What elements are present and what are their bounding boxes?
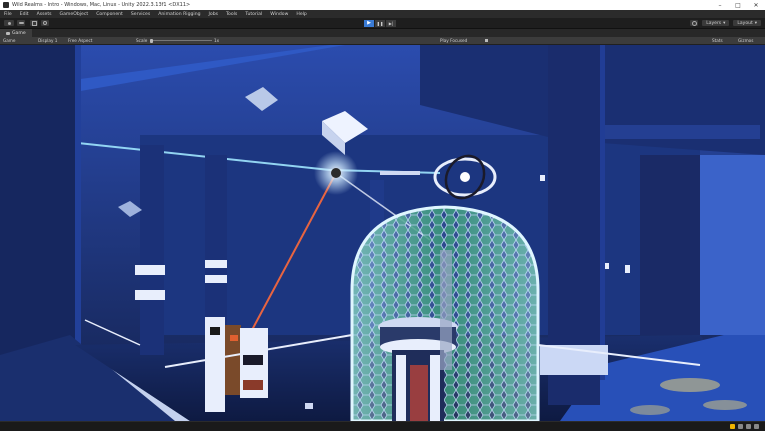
- warning-icon[interactable]: [730, 424, 735, 429]
- gizmos-button[interactable]: Gizmos: [738, 38, 753, 43]
- speaker-icon: [485, 39, 488, 42]
- search-icon: [43, 21, 47, 25]
- scale-slider-handle[interactable]: [150, 38, 153, 43]
- menu-services[interactable]: Services: [127, 12, 154, 17]
- menu-tutorial[interactable]: Tutorial: [241, 12, 266, 17]
- menu-tools[interactable]: Tools: [222, 12, 241, 17]
- game-viewport[interactable]: [0, 45, 765, 421]
- collab-button[interactable]: [30, 20, 38, 26]
- maximize-button[interactable]: □: [729, 0, 747, 10]
- menu-file[interactable]: File: [0, 12, 16, 17]
- grid-icon: [31, 20, 37, 26]
- window-title-bar: Wild Realms - Intro - Windows, Mac, Linu…: [0, 0, 765, 10]
- scene-render: [0, 45, 765, 421]
- aspect-select[interactable]: Free Aspect: [68, 38, 92, 43]
- layers-dropdown[interactable]: Layers ▾: [702, 20, 730, 26]
- minimize-button[interactable]: –: [711, 0, 729, 10]
- account-button[interactable]: [4, 20, 14, 26]
- main-toolbar: ▶ ❚❚ ▶| Layers ▾ Layout ▾: [0, 18, 765, 29]
- menu-assets[interactable]: Assets: [33, 12, 56, 17]
- scale-slider-track[interactable]: [150, 40, 212, 41]
- cache-icon[interactable]: [754, 424, 759, 429]
- game-view-toolbar: Game Display 1 Free Aspect Scale 1x Play…: [0, 37, 765, 45]
- chevron-down-icon: ▾: [754, 20, 757, 26]
- window-title: Wild Realms - Intro - Windows, Mac, Linu…: [12, 2, 191, 8]
- menu-component[interactable]: Component: [92, 12, 127, 17]
- chevron-down-icon: ▾: [723, 20, 726, 26]
- display-select[interactable]: Display 1: [38, 38, 57, 43]
- unity-logo-icon: [3, 2, 9, 8]
- game-tab-bar: Game: [0, 29, 765, 37]
- menu-edit[interactable]: Edit: [16, 12, 33, 17]
- cloud-button[interactable]: [17, 20, 25, 26]
- user-icon: [7, 21, 11, 25]
- window-controls: – □ ✕: [711, 0, 765, 10]
- menu-help[interactable]: Help: [292, 12, 310, 17]
- menu-animation-rigging[interactable]: Animation Rigging: [154, 12, 204, 17]
- tab-game[interactable]: Game: [0, 29, 32, 37]
- menu-bar: File Edit Assets GameObject Component Se…: [0, 10, 765, 18]
- status-icons: [730, 424, 759, 429]
- cloud-icon: [18, 22, 24, 24]
- close-button[interactable]: ✕: [747, 0, 765, 10]
- tab-game-label: Game: [12, 30, 26, 36]
- progress-icon: [738, 424, 743, 429]
- scale-label: Scale: [136, 38, 148, 43]
- menu-jobs[interactable]: Jobs: [205, 12, 222, 17]
- play-controls: ▶ ❚❚ ▶|: [364, 19, 396, 27]
- play-button[interactable]: ▶: [364, 19, 374, 27]
- layers-dropdown-label: Layers: [706, 20, 722, 26]
- menu-window[interactable]: Window: [266, 12, 292, 17]
- audio-mute-button[interactable]: [485, 38, 488, 43]
- scale-value: 1x: [214, 38, 220, 43]
- step-button[interactable]: ▶|: [386, 19, 396, 27]
- history-icon: [691, 20, 697, 26]
- layout-dropdown[interactable]: Layout ▾: [733, 20, 761, 26]
- game-view-select[interactable]: Game: [3, 38, 15, 43]
- debug-icon[interactable]: [746, 424, 751, 429]
- search-button[interactable]: [41, 20, 49, 26]
- layout-dropdown-label: Layout: [737, 20, 753, 26]
- game-controller-icon: [6, 31, 10, 35]
- stats-button[interactable]: Stats: [712, 38, 723, 43]
- play-mode-select[interactable]: Play Focused: [440, 38, 467, 43]
- pause-button[interactable]: ❚❚: [375, 19, 385, 27]
- menu-gameobject[interactable]: GameObject: [56, 12, 93, 17]
- history-button[interactable]: [690, 20, 699, 26]
- toolbar-right: Layers ▾ Layout ▾: [690, 20, 761, 26]
